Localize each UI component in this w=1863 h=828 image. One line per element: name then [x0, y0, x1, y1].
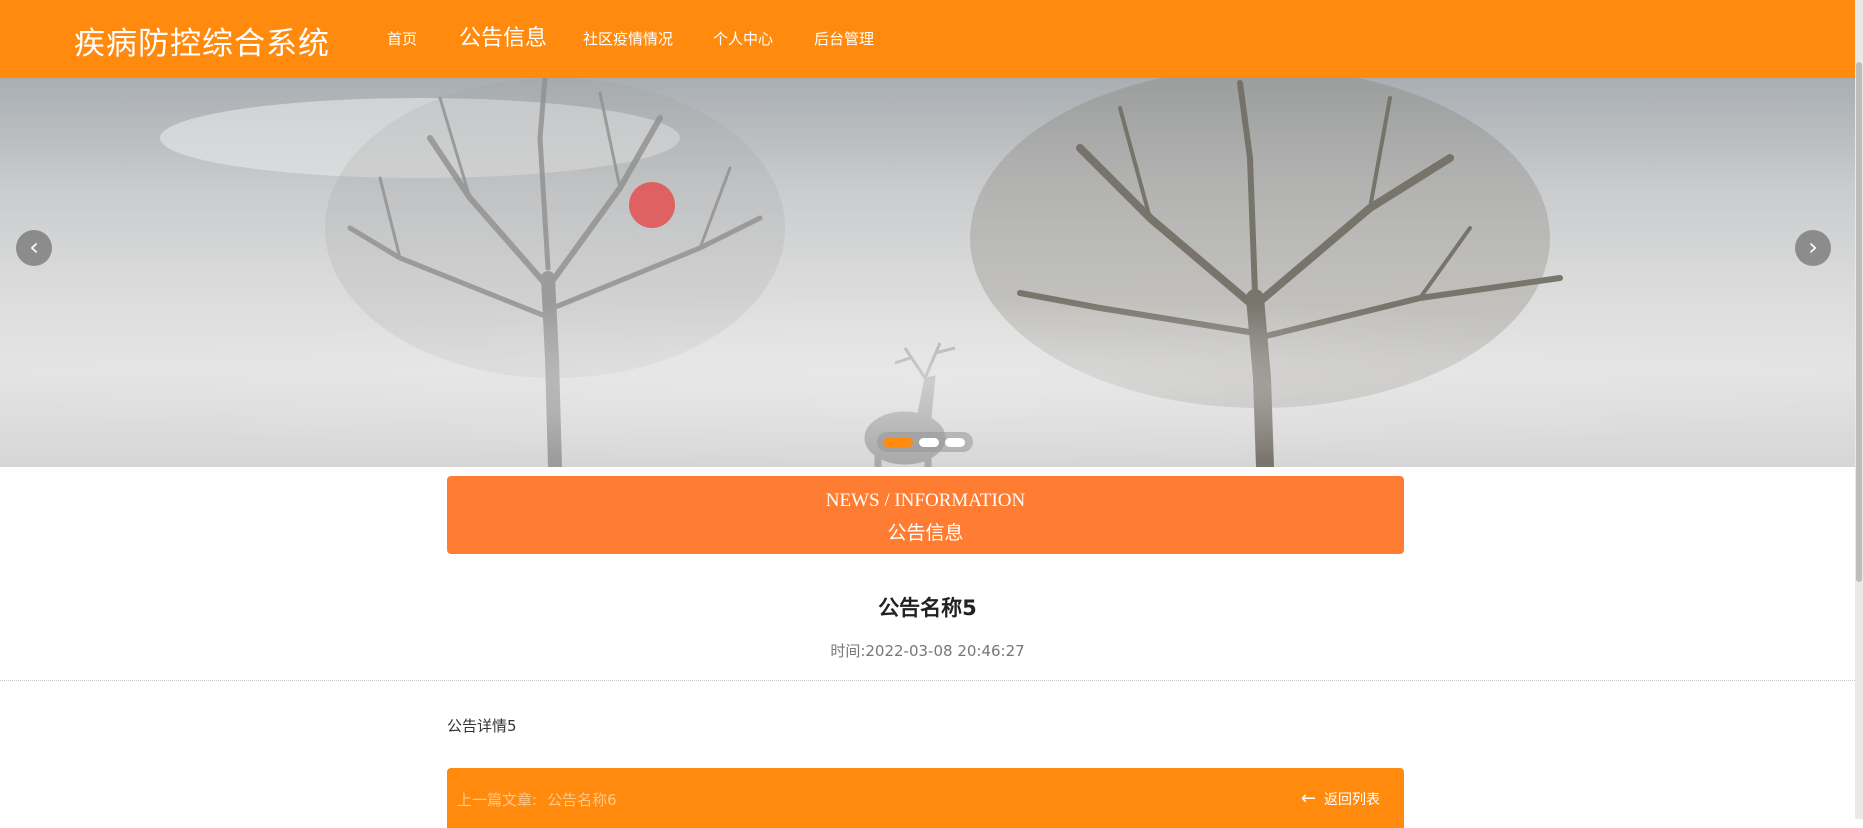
carousel-indicators	[877, 432, 973, 452]
time-value: 2022-03-08 20:46:27	[865, 642, 1025, 660]
nav-item-admin[interactable]: 后台管理	[814, 0, 874, 78]
time-label: 时间:	[830, 642, 866, 660]
nav-item-community-epidemic[interactable]: 社区疫情情况	[583, 0, 673, 78]
article-time: 时间:2022-03-08 20:46:27	[0, 640, 1855, 661]
banner-image	[0, 78, 1855, 467]
section-title-zh: 公告信息	[887, 522, 964, 544]
carousel-prev-button[interactable]: ‹	[16, 230, 52, 266]
carousel-next-button[interactable]: ›	[1795, 230, 1831, 266]
carousel-dot-3[interactable]	[945, 438, 965, 447]
back-to-list-button[interactable]: ← 返回列表	[1301, 788, 1380, 809]
carousel-dot-2[interactable]	[919, 438, 939, 447]
chevron-left-icon: ‹	[29, 233, 39, 261]
prev-article-label: 上一篇文章:	[457, 791, 538, 809]
section-header: NEWS / INFORMATION 公告信息	[447, 476, 1404, 554]
site-title: 疾病防控综合系统	[74, 26, 330, 62]
nav-item-personal-center[interactable]: 个人中心	[713, 0, 773, 78]
arrow-left-icon: ←	[1300, 788, 1316, 809]
article-title: 公告名称5	[878, 596, 977, 620]
scrollbar-thumb[interactable]	[1856, 62, 1862, 582]
article-footer-nav: 上一篇文章: 公告名称6 ← 返回列表	[447, 768, 1404, 828]
prev-article-link[interactable]: 公告名称6	[547, 791, 617, 809]
section-title-en: NEWS / INFORMATION	[825, 490, 1026, 511]
mouse-cursor-highlight	[629, 182, 675, 228]
top-navbar: 疾病防控综合系统 首页 公告信息 社区疫情情况 个人中心 后台管理	[0, 0, 1855, 78]
back-to-list-label: 返回列表	[1324, 792, 1380, 808]
nav-item-announcements[interactable]: 公告信息	[459, 0, 547, 78]
chevron-right-icon: ›	[1808, 233, 1818, 261]
page-scrollbar[interactable]	[1855, 0, 1863, 819]
article-body: 公告详情5	[447, 717, 517, 735]
divider	[0, 680, 1855, 681]
carousel-banner: ‹ ›	[0, 78, 1855, 467]
prev-article: 上一篇文章: 公告名称6	[457, 789, 617, 810]
carousel-dot-1[interactable]	[883, 438, 913, 447]
nav-item-home[interactable]: 首页	[387, 0, 417, 78]
